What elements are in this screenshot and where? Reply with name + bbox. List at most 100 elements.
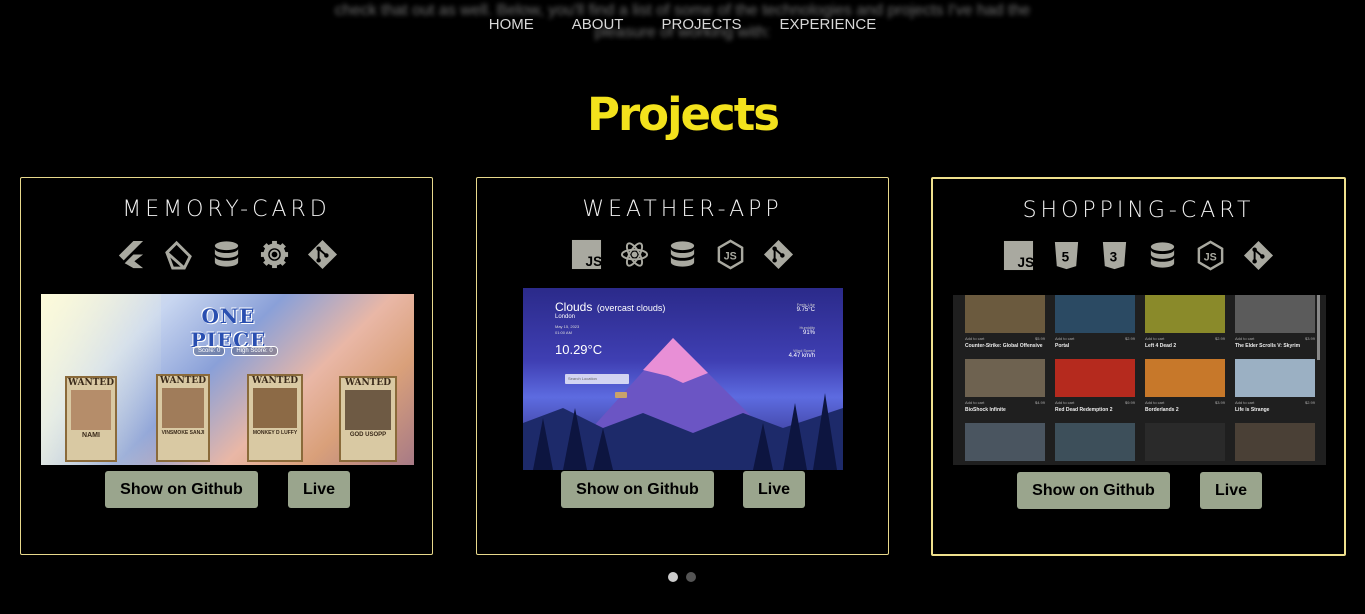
add-to-cart-button[interactable]: Add to cart <box>1055 400 1074 405</box>
game-tile[interactable] <box>965 423 1045 463</box>
live-button[interactable]: Live <box>1200 472 1262 509</box>
nav-about[interactable]: ABOUT <box>572 16 624 33</box>
project-card-weather-app: WEATHER-APP Clouds (overcast clouds) Lon… <box>476 177 889 555</box>
game-tile[interactable]: Add to cart $2.99 Portal <box>1055 295 1135 353</box>
search-button[interactable] <box>615 392 627 398</box>
game-cover <box>1235 295 1315 333</box>
show-on-github-button[interactable]: Show on Github <box>561 471 714 508</box>
game-name: Left 4 Dead 2 <box>1145 343 1177 349</box>
tech-icons <box>21 239 432 270</box>
game-price: $3.99 <box>1214 400 1225 405</box>
nodejs-icon <box>715 239 746 270</box>
add-to-cart-button[interactable]: Add to cart <box>1235 336 1254 341</box>
humidity-value: 91% <box>802 330 815 336</box>
game-cover <box>1145 423 1225 461</box>
feels-like-value: 9.75°C <box>796 307 815 313</box>
game-tile[interactable] <box>1235 423 1315 463</box>
game-tile[interactable]: Add to cart $9.99 Red Dead Redemption 2 <box>1055 359 1135 417</box>
wanted-card[interactable]: WANTED VINSMOKE SANJI <box>156 374 210 462</box>
project-card-shopping-cart: SHOPPING-CART Add to cart $5.99 Counter-St… <box>931 177 1346 556</box>
javascript-icon <box>571 239 602 270</box>
add-to-cart-button[interactable]: Add to cart <box>965 400 984 405</box>
game-price: $3.99 <box>1304 336 1315 341</box>
weather-condition: Clouds <box>555 300 593 314</box>
weather-city: London <box>555 314 576 320</box>
wanted-name: GOD USOPP <box>349 432 387 438</box>
game-name: The Elder Scrolls V: Skyrim <box>1235 343 1301 349</box>
game-cover <box>1235 359 1315 397</box>
search-input[interactable]: Search Location <box>565 374 629 384</box>
flutter-icon <box>115 239 146 270</box>
carousel-dot[interactable] <box>686 572 696 582</box>
database-icon <box>667 239 698 270</box>
weather-date: May 15, 2023 <box>555 324 580 329</box>
add-to-cart-button[interactable]: Add to cart <box>965 336 984 341</box>
project-title: WEATHER-APP <box>582 197 783 222</box>
add-to-cart-button[interactable]: Add to cart <box>1055 336 1074 341</box>
section-title: Projects <box>586 88 780 141</box>
wanted-label: WANTED <box>159 376 207 386</box>
game-tile[interactable] <box>1145 423 1225 463</box>
game-cover <box>965 295 1045 333</box>
wanted-card[interactable]: WANTED GOD USOPP <box>339 376 397 462</box>
wanted-name: VINSMOKE SANJI <box>161 430 205 436</box>
carousel-dots <box>668 572 696 582</box>
nav-projects[interactable]: PROJECTS <box>661 16 741 33</box>
nav-experience[interactable]: EXPERIENCE <box>780 16 877 33</box>
game-name: Portal <box>1055 343 1070 349</box>
game-price: $4.99 <box>1034 400 1045 405</box>
react-icon <box>619 239 650 270</box>
game-cover <box>965 423 1045 461</box>
project-title: SHOPPING-CART <box>1022 198 1255 223</box>
git-icon <box>763 239 794 270</box>
game-tile[interactable]: Add to cart $4.99 BioShock Infinite <box>965 359 1045 417</box>
add-to-cart-button[interactable]: Add to cart <box>1235 400 1254 405</box>
wanted-name: NAMI <box>82 432 100 439</box>
tech-icons <box>933 240 1344 271</box>
game-tile[interactable]: Add to cart $5.99 Counter-Strike: Global O… <box>965 295 1045 353</box>
wanted-card[interactable]: WANTED NAMI <box>65 376 117 462</box>
game-cover <box>1145 359 1225 397</box>
carousel-dot[interactable] <box>668 572 678 582</box>
show-on-github-button[interactable]: Show on Github <box>1017 472 1170 509</box>
css3-icon <box>1099 240 1130 271</box>
add-to-cart-button[interactable]: Add to cart <box>1145 336 1164 341</box>
wanted-name: MONKEY D LUFFY <box>252 430 298 436</box>
pen-icon <box>163 239 194 270</box>
weather-temperature: 10.29°C <box>555 342 603 357</box>
game-tile[interactable] <box>1055 423 1135 463</box>
git-icon <box>1243 240 1274 271</box>
game-price: $9.99 <box>1124 400 1135 405</box>
nav-home[interactable]: HOME <box>489 16 534 33</box>
show-on-github-button[interactable]: Show on Github <box>105 471 258 508</box>
game-tile[interactable]: Add to cart $2.99 Left 4 Dead 2 <box>1145 295 1225 353</box>
game-name: Life is Strange <box>1235 407 1270 413</box>
game-cover <box>1055 359 1135 397</box>
game-cover <box>1145 295 1225 333</box>
search-placeholder: Search Location <box>568 376 597 381</box>
top-nav: HOME ABOUT PROJECTS EXPERIENCE <box>0 16 1365 33</box>
weather-detail: (overcast clouds) <box>596 303 666 313</box>
game-cover <box>1055 295 1135 333</box>
nodejs-icon <box>1195 240 1226 271</box>
game-tile[interactable]: Add to cart $3.99 The Elder Scrolls V: Sky… <box>1235 295 1315 353</box>
wind-value: 4.47 km/h <box>788 353 815 359</box>
project-screenshot: ONE PIECE Score: 0 High Score: 0 WANTED … <box>41 294 414 465</box>
game-name: Red Dead Redemption 2 <box>1055 407 1113 413</box>
add-to-cart-button[interactable]: Add to cart <box>1145 400 1164 405</box>
live-button[interactable]: Live <box>288 471 350 508</box>
game-grid: Add to cart $5.99 Counter-Strike: Global O… <box>965 295 1315 463</box>
game-tile[interactable]: Add to cart $3.99 Borderlands 2 <box>1145 359 1225 417</box>
javascript-icon <box>1003 240 1034 271</box>
live-button[interactable]: Live <box>743 471 805 508</box>
database-icon <box>211 239 242 270</box>
high-score-label: High Score: 0 <box>231 346 278 356</box>
tech-icons <box>477 239 888 270</box>
game-tile[interactable]: Add to cart $2.99 Life is Strange <box>1235 359 1315 417</box>
scrollbar[interactable] <box>1317 295 1320 360</box>
game-price: $5.99 <box>1034 336 1045 341</box>
game-cover <box>965 359 1045 397</box>
wanted-card[interactable]: WANTED MONKEY D LUFFY <box>247 374 303 462</box>
project-screenshot: Add to cart $5.99 Counter-Strike: Global O… <box>953 295 1326 465</box>
game-price: $2.99 <box>1304 400 1315 405</box>
